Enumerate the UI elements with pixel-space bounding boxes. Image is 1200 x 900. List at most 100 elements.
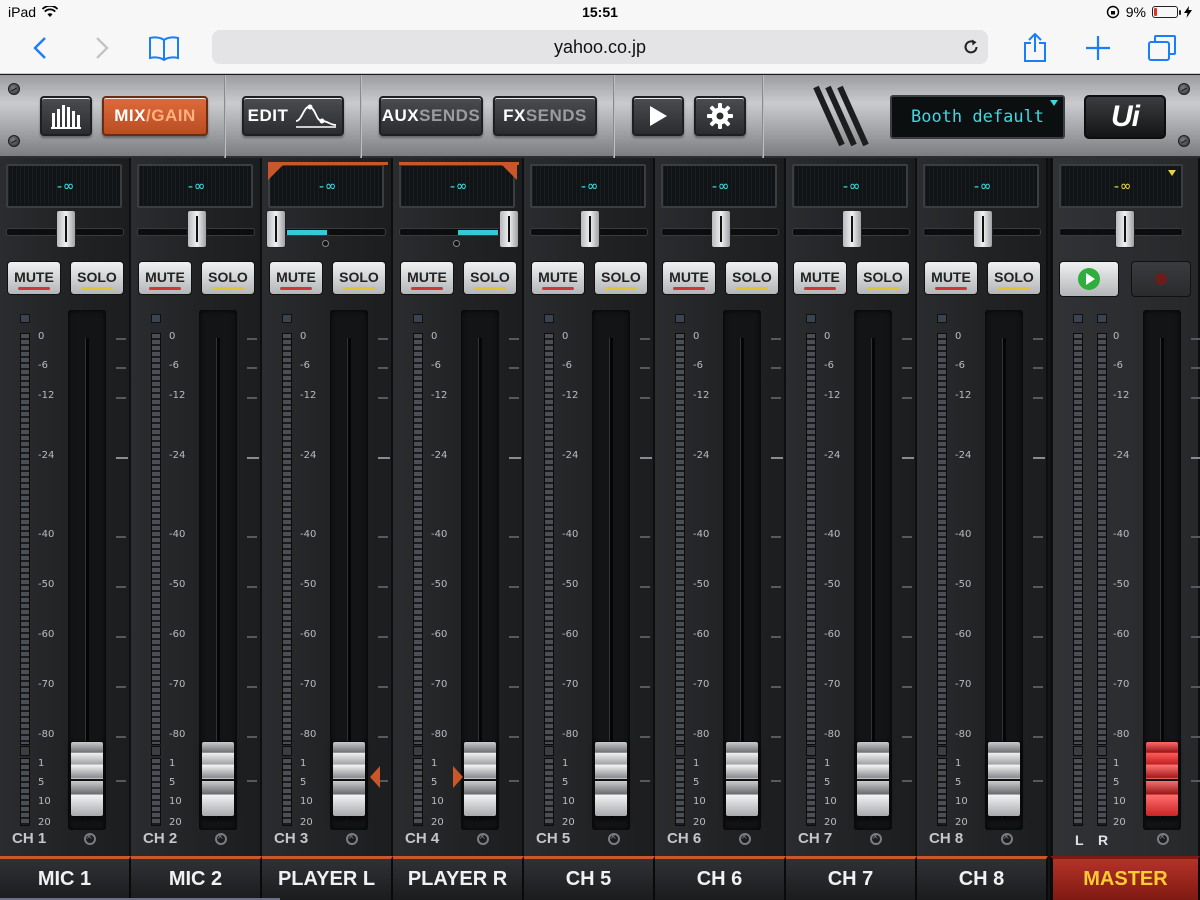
master-select-button[interactable] <box>1157 831 1169 845</box>
meter-divider-led <box>1073 746 1083 756</box>
mute-button[interactable]: MUTE <box>138 261 192 295</box>
mute-button[interactable]: MUTE <box>793 261 847 295</box>
volume-fader-handle[interactable] <box>201 741 235 817</box>
mute-button[interactable]: MUTE <box>531 261 585 295</box>
channel-name-label[interactable]: CH 6 <box>655 856 786 900</box>
aux-sends-tab[interactable]: AUX SENDS <box>379 96 483 136</box>
channel-name-text: PLAYER R <box>407 868 508 890</box>
gain-value: -∞ <box>709 177 729 195</box>
share-button[interactable] <box>1017 30 1053 66</box>
channel-name-label[interactable]: CH 8 <box>917 856 1048 900</box>
solo-button[interactable]: SOLO <box>332 261 386 295</box>
volume-fader-handle[interactable] <box>1145 741 1179 817</box>
solo-button[interactable]: SOLO <box>594 261 648 295</box>
preset-selector[interactable]: Booth default <box>890 95 1065 139</box>
gain-display[interactable]: -∞ <box>792 164 908 208</box>
pan-knob[interactable] <box>187 210 207 248</box>
solo-button[interactable]: SOLO <box>725 261 779 295</box>
edit-tab[interactable]: EDIT <box>242 96 344 136</box>
back-button[interactable] <box>22 30 58 66</box>
meter-scale-label: 10 <box>300 796 313 807</box>
meter-scale-label: -60 <box>562 629 579 640</box>
volume-fader-handle[interactable] <box>594 741 628 817</box>
bookmarks-button[interactable] <box>146 30 182 66</box>
channel-name-label[interactable]: CH 5 <box>524 856 655 900</box>
volume-fader-handle[interactable] <box>856 741 890 817</box>
mix-gain-tab[interactable]: MIX / GAIN <box>102 96 208 136</box>
mute-button[interactable]: MUTE <box>924 261 978 295</box>
reload-icon[interactable] <box>962 38 980 56</box>
solo-button[interactable]: SOLO <box>70 261 124 295</box>
channel-name-label[interactable]: CH 7 <box>786 856 917 900</box>
volume-fader-handle[interactable] <box>70 741 104 817</box>
pan-knob[interactable] <box>580 210 600 248</box>
volume-fader-handle[interactable] <box>463 741 497 817</box>
channel-select-button[interactable] <box>1001 831 1013 845</box>
master-balance-knob[interactable] <box>1115 210 1135 248</box>
meter-scale-label: -40 <box>693 529 710 540</box>
meter-scale-label: 5 <box>169 777 176 788</box>
gain-display[interactable]: -∞ <box>923 164 1039 208</box>
pan-knob[interactable] <box>56 210 76 248</box>
channel-select-button[interactable] <box>739 831 751 845</box>
gain-display[interactable]: -∞ <box>661 164 777 208</box>
pan-knob[interactable] <box>266 210 286 248</box>
pan-knob[interactable] <box>842 210 862 248</box>
fader-scale-tick <box>902 457 914 459</box>
new-tab-button[interactable] <box>1080 30 1116 66</box>
channel-name-label[interactable]: PLAYER R <box>393 856 524 900</box>
channel-select-button[interactable] <box>608 831 620 845</box>
fx-sends-tab[interactable]: FX SENDS <box>493 96 597 136</box>
mute-button[interactable]: MUTE <box>400 261 454 295</box>
channel-select-button[interactable] <box>84 831 96 845</box>
tabs-icon <box>1148 35 1176 61</box>
channel-name-label[interactable]: MIC 1 <box>0 856 131 900</box>
level-meter <box>544 333 554 745</box>
plus-icon <box>1086 36 1110 60</box>
channel-select-button[interactable] <box>346 831 358 845</box>
solo-button[interactable]: SOLO <box>987 261 1041 295</box>
master-gain-display[interactable]: -∞ <box>1059 164 1183 208</box>
pan-level-fill <box>458 230 498 235</box>
meter-scale-label: -6 <box>693 360 703 371</box>
meter-scale-label: -50 <box>1113 579 1130 590</box>
gain-display[interactable]: -∞ <box>399 164 515 208</box>
volume-fader-handle[interactable] <box>332 741 366 817</box>
pan-knob[interactable] <box>499 210 519 248</box>
channel-select-button[interactable] <box>477 831 489 845</box>
mute-label: MUTE <box>145 269 185 285</box>
tabs-button[interactable] <box>1144 30 1180 66</box>
settings-button[interactable] <box>694 96 746 136</box>
channel-select-button[interactable] <box>215 831 227 845</box>
solo-button[interactable]: SOLO <box>463 261 517 295</box>
play-button[interactable] <box>632 96 684 136</box>
gain-display[interactable]: -∞ <box>137 164 253 208</box>
channel-name-text: PLAYER L <box>277 868 376 890</box>
channel-select-button[interactable] <box>870 831 882 845</box>
channel-name-label[interactable]: MIC 2 <box>131 856 262 900</box>
gain-display[interactable]: -∞ <box>6 164 122 208</box>
solo-button[interactable]: SOLO <box>856 261 910 295</box>
pan-knob[interactable] <box>711 210 731 248</box>
address-bar[interactable]: yahoo.co.jp <box>212 30 988 64</box>
volume-fader-handle[interactable] <box>725 741 759 817</box>
master-record-button[interactable] <box>1131 261 1191 297</box>
channel-name-label[interactable]: PLAYER L <box>262 856 393 900</box>
forward-button[interactable] <box>84 30 120 66</box>
ui-logo-button[interactable]: Ui <box>1084 95 1166 139</box>
meter-scale-label: 1 <box>300 758 307 769</box>
meter-scale-label: -60 <box>824 629 841 640</box>
meter-scale-label: -6 <box>38 360 48 371</box>
solo-button[interactable]: SOLO <box>201 261 255 295</box>
pan-knob[interactable] <box>973 210 993 248</box>
meters-view-button[interactable] <box>40 96 92 136</box>
master-name-label[interactable]: MASTER <box>1050 856 1200 900</box>
meter-scale-label: -70 <box>169 679 186 690</box>
mute-button[interactable]: MUTE <box>7 261 61 295</box>
gain-display[interactable]: -∞ <box>268 164 384 208</box>
mute-button[interactable]: MUTE <box>662 261 716 295</box>
mute-button[interactable]: MUTE <box>269 261 323 295</box>
volume-fader-handle[interactable] <box>987 741 1021 817</box>
master-play-button[interactable] <box>1059 261 1119 297</box>
gain-display[interactable]: -∞ <box>530 164 646 208</box>
